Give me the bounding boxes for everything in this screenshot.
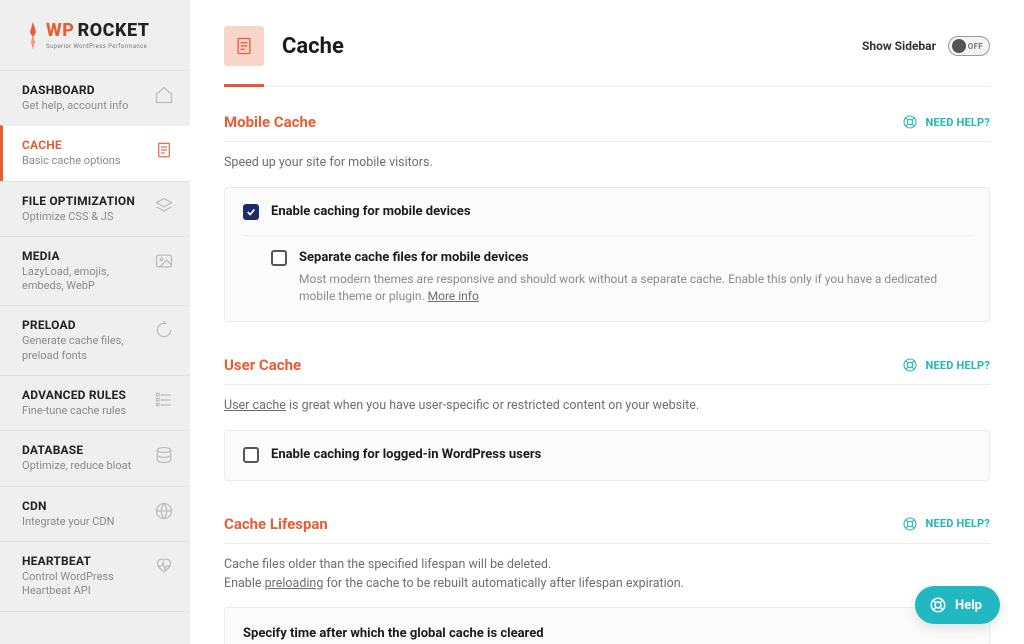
section-desc-line1: Cache files older than the specified lif…	[224, 556, 990, 575]
checkbox-separate-mobile-cache[interactable]	[271, 250, 287, 266]
sidebar-item-label: DASHBOARD	[22, 83, 128, 97]
sidebar-item-label: CDN	[22, 499, 114, 513]
user-cache-panel: Enable caching for logged-in WordPress u…	[224, 430, 990, 481]
section-mobile-cache: Mobile Cache NEED HELP? Speed up your si…	[224, 113, 990, 322]
sidebar-item-heartbeat[interactable]: HEARTBEAT Control WordPress Heartbeat AP…	[0, 541, 190, 612]
need-help-label: NEED HELP?	[926, 359, 991, 372]
section-cache-lifespan: Cache Lifespan NEED HELP? Cache files ol…	[224, 515, 990, 644]
sidebar-item-cache[interactable]: CACHE Basic cache options	[0, 125, 190, 180]
section-desc: Speed up your site for mobile visitors.	[224, 154, 990, 173]
sidebar-item-label: ADVANCED RULES	[22, 388, 126, 402]
sidebar-item-cdn[interactable]: CDN Integrate your CDN	[0, 486, 190, 541]
need-help-label: NEED HELP?	[926, 517, 991, 530]
checkbox-label: Separate cache files for mobile devices	[299, 250, 971, 267]
sidebar-item-label: CACHE	[22, 138, 121, 152]
sidebar-item-sub: Integrate your CDN	[22, 515, 114, 529]
lifebuoy-icon	[902, 516, 918, 532]
brand-wp: WP	[46, 20, 74, 41]
sidebar-item-label: PRELOAD	[22, 318, 152, 332]
sidebar-item-sub: Generate cache files, preload fonts	[22, 334, 152, 363]
sidebar-item-label: FILE OPTIMIZATION	[22, 194, 135, 208]
sidebar-item-label: HEARTBEAT	[22, 554, 152, 568]
toggle-state-text: OFF	[968, 42, 983, 51]
sidebar-item-sub: Control WordPress Heartbeat API	[22, 570, 152, 599]
page-header: Cache Show Sidebar OFF	[224, 26, 990, 84]
sidebar-item-sub: LazyLoad, emojis, embeds, WebP	[22, 265, 152, 294]
sidebar-item-media[interactable]: MEDIA LazyLoad, emojis, embeds, WebP	[0, 236, 190, 306]
sidebar-item-sub: Basic cache options	[22, 154, 121, 168]
section-title: Mobile Cache	[224, 113, 316, 131]
file-icon	[152, 138, 176, 162]
need-help-label: NEED HELP?	[926, 116, 991, 129]
layers-icon	[152, 194, 176, 218]
page-file-icon	[224, 26, 264, 66]
checkbox-enable-logged-in-caching[interactable]	[243, 447, 259, 463]
home-icon	[152, 83, 176, 107]
sidebar-item-sub: Fine-tune cache rules	[22, 404, 126, 418]
help-fab-label: Help	[955, 598, 982, 613]
sidebar-item-preload[interactable]: PRELOAD Generate cache files, preload fo…	[0, 305, 190, 375]
sidebar-item-advanced-rules[interactable]: ADVANCED RULES Fine-tune cache rules	[0, 375, 190, 430]
brand-tagline: Superior WordPress Performance	[46, 43, 149, 50]
brand-logo: WP ROCKET Superior WordPress Performance	[0, 20, 190, 70]
sidebar-item-sub: Get help, account info	[22, 99, 128, 113]
need-help-link[interactable]: NEED HELP?	[902, 516, 991, 532]
need-help-link[interactable]: NEED HELP?	[902, 357, 991, 373]
section-user-cache: User Cache NEED HELP? User cache is grea…	[224, 356, 990, 481]
lifespan-spec-line1: Specify time after which the global cach…	[243, 624, 971, 644]
rocket-flame-icon	[26, 22, 40, 50]
sidebar-nav: DASHBOARD Get help, account info CACHE B…	[0, 70, 190, 612]
sidebar-item-label: MEDIA	[22, 249, 152, 263]
page-title: Cache	[282, 34, 344, 59]
sidebar-item-dashboard[interactable]: DASHBOARD Get help, account info	[0, 70, 190, 125]
checkbox-label: Enable caching for mobile devices	[271, 204, 471, 221]
mobile-cache-panel: Enable caching for mobile devices Separa…	[224, 187, 990, 323]
help-fab-button[interactable]: Help	[915, 586, 1000, 624]
sidebar-item-file-optimization[interactable]: FILE OPTIMIZATION Optimize CSS & JS	[0, 181, 190, 236]
image-icon	[152, 249, 176, 273]
user-cache-link[interactable]: User cache	[224, 398, 286, 413]
refresh-icon	[152, 318, 176, 342]
globe-icon	[152, 499, 176, 523]
section-title: Cache Lifespan	[224, 515, 328, 533]
lifebuoy-icon	[902, 114, 918, 130]
checkbox-label: Enable caching for logged-in WordPress u…	[271, 447, 541, 464]
sidebar-item-sub: Optimize, reduce bloat	[22, 459, 131, 473]
sidebar-item-sub: Optimize CSS & JS	[22, 210, 135, 224]
lifebuoy-icon	[929, 596, 947, 614]
show-sidebar-toggle[interactable]: OFF	[948, 36, 990, 56]
section-desc-line2: Enable preloading for the cache to be re…	[224, 575, 990, 594]
show-sidebar-label: Show Sidebar	[862, 39, 936, 53]
section-title: User Cache	[224, 356, 301, 374]
list-icon	[152, 388, 176, 412]
more-info-link[interactable]: More info	[428, 289, 479, 303]
cache-lifespan-panel: Specify time after which the global cach…	[224, 607, 990, 644]
main-content: Cache Show Sidebar OFF Mobile Cache N	[190, 0, 1024, 644]
need-help-link[interactable]: NEED HELP?	[902, 114, 991, 130]
brand-rocket: ROCKET	[78, 20, 150, 41]
lifebuoy-icon	[902, 357, 918, 373]
database-icon	[152, 443, 176, 467]
sidebar-item-label: DATABASE	[22, 443, 131, 457]
heartbeat-icon	[152, 554, 176, 578]
sidebar: WP ROCKET Superior WordPress Performance…	[0, 0, 190, 644]
checkbox-desc: Most modern themes are responsive and sh…	[299, 271, 971, 306]
section-desc: User cache is great when you have user-s…	[224, 397, 990, 416]
preloading-link[interactable]: preloading	[265, 576, 324, 591]
sidebar-item-database[interactable]: DATABASE Optimize, reduce bloat	[0, 430, 190, 485]
checkbox-enable-mobile-caching[interactable]	[243, 204, 259, 220]
